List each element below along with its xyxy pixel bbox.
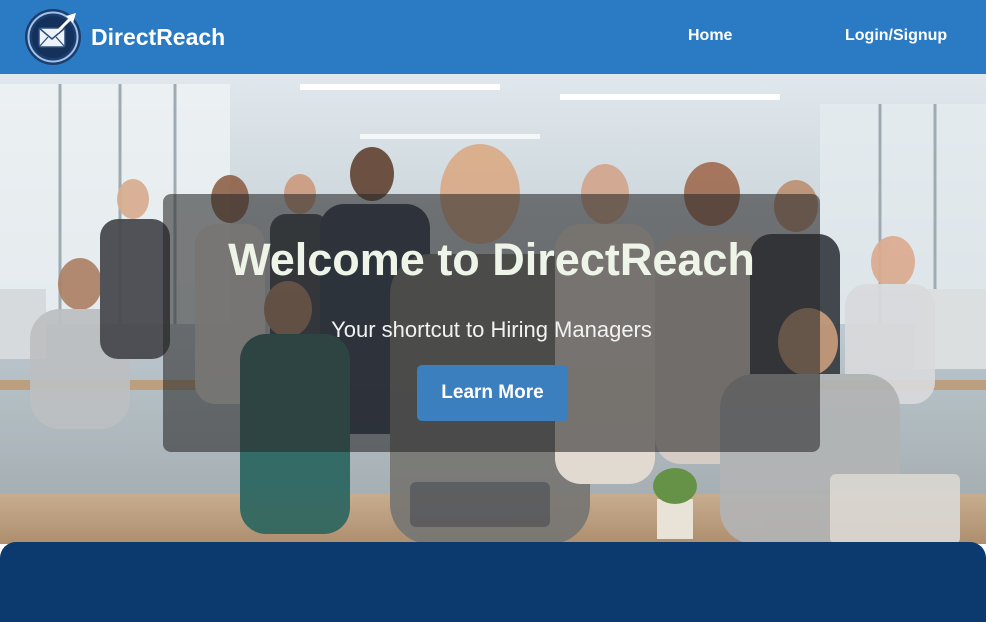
hero-overlay-panel: Welcome to DirectReach Your shortcut to … — [163, 194, 820, 452]
learn-more-button[interactable]: Learn More — [417, 365, 568, 421]
hero-section: Welcome to DirectReach Your shortcut to … — [0, 74, 986, 544]
nav-home-link[interactable]: Home — [688, 27, 732, 45]
brand-home-link[interactable]: DirectReach — [24, 8, 225, 66]
bottom-content-panel — [0, 542, 986, 622]
nav-login-signup-link[interactable]: Login/Signup — [845, 27, 947, 45]
brand-name: DirectReach — [91, 23, 226, 50]
hero-subtitle: Your shortcut to Hiring Managers — [331, 317, 652, 342]
top-navbar: DirectReach Home Login/Signup — [0, 0, 986, 74]
envelope-arrow-logo-icon — [25, 9, 81, 65]
hero-title: Welcome to DirectReach — [228, 234, 755, 285]
